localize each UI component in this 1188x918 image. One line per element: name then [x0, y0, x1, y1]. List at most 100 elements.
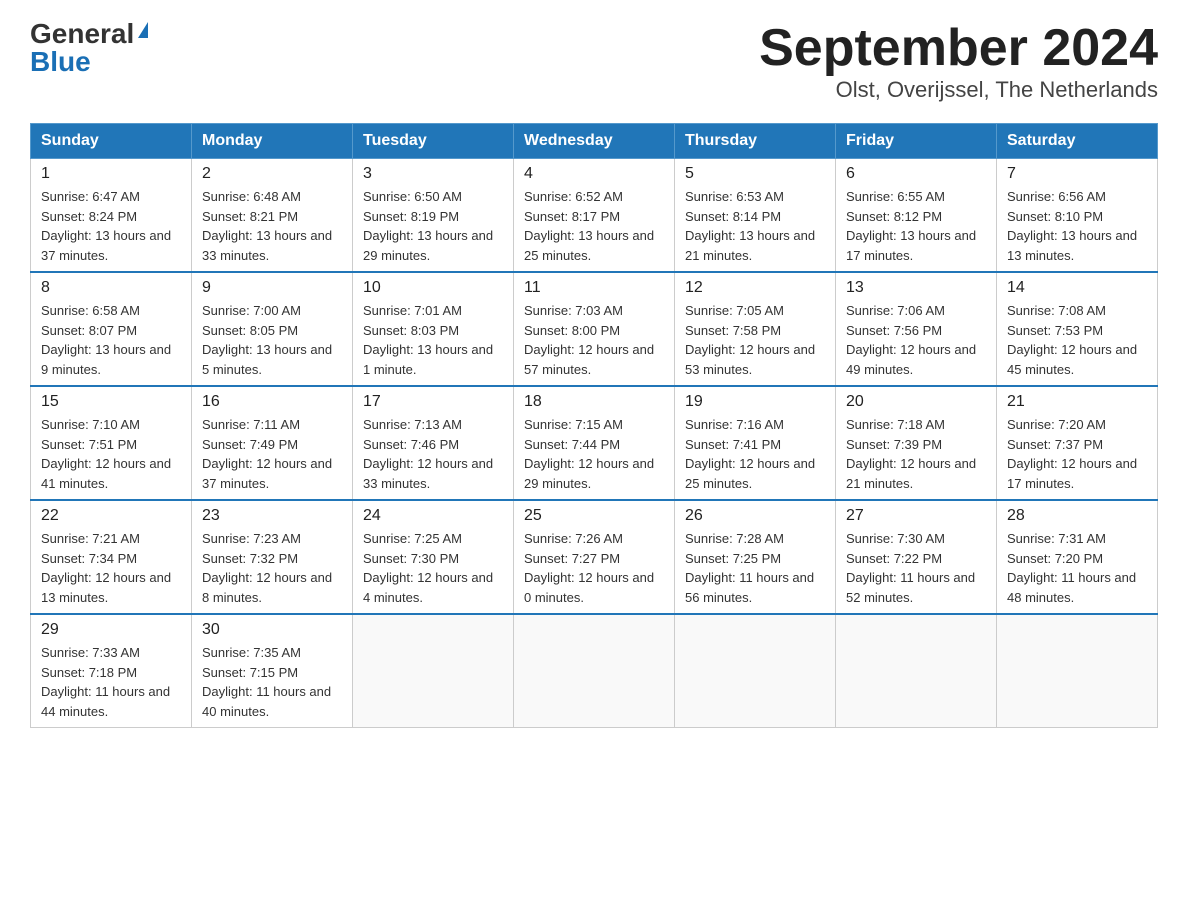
table-row: 18 Sunrise: 7:15 AMSunset: 7:44 PMDayligh… [514, 386, 675, 500]
day-info: Sunrise: 7:16 AMSunset: 7:41 PMDaylight:… [685, 415, 825, 493]
day-info: Sunrise: 6:53 AMSunset: 8:14 PMDaylight:… [685, 187, 825, 265]
table-row: 21Sunrise: 7:20 AMSunset: 7:37 PMDayligh… [997, 386, 1158, 500]
header-wednesday: Wednesday [514, 124, 675, 159]
logo-blue-text: Blue [30, 48, 91, 76]
table-row: 14 Sunrise: 7:08 AMSunset: 7:53 PMDayligh… [997, 272, 1158, 386]
day-info: Sunrise: 7:10 AMSunset: 7:51 PMDaylight:… [41, 415, 181, 493]
day-number: 11 [524, 279, 664, 297]
day-number: 30 [202, 621, 342, 639]
table-row: 3Sunrise: 6:50 AMSunset: 8:19 PMDaylight… [353, 159, 514, 273]
table-row [353, 614, 514, 728]
day-number: 22 [41, 507, 181, 525]
day-number: 7 [1007, 165, 1147, 183]
calendar-table: Sunday Monday Tuesday Wednesday Thursday… [30, 123, 1158, 728]
day-info: Sunrise: 6:56 AMSunset: 8:10 PMDaylight:… [1007, 187, 1147, 265]
day-number: 10 [363, 279, 503, 297]
day-info: Sunrise: 7:18 AMSunset: 7:39 PMDaylight:… [846, 415, 986, 493]
table-row [675, 614, 836, 728]
day-info: Sunrise: 7:13 AMSunset: 7:46 PMDaylight:… [363, 415, 503, 493]
logo-triangle-icon [138, 22, 148, 38]
day-info: Sunrise: 7:05 AMSunset: 7:58 PMDaylight:… [685, 301, 825, 379]
table-row [514, 614, 675, 728]
day-number: 14 [1007, 279, 1147, 297]
header-monday: Monday [192, 124, 353, 159]
calendar-row: 15 Sunrise: 7:10 AMSunset: 7:51 PMDayligh… [31, 386, 1158, 500]
day-number: 26 [685, 507, 825, 525]
day-info: Sunrise: 7:23 AMSunset: 7:32 PMDaylight:… [202, 529, 342, 607]
day-info: Sunrise: 6:55 AMSunset: 8:12 PMDaylight:… [846, 187, 986, 265]
day-info: Sunrise: 6:48 AMSunset: 8:21 PMDaylight:… [202, 187, 342, 265]
table-row: 23 Sunrise: 7:23 AMSunset: 7:32 PMDayligh… [192, 500, 353, 614]
table-row: 25 Sunrise: 7:26 AMSunset: 7:27 PMDayligh… [514, 500, 675, 614]
day-number: 16 [202, 393, 342, 411]
day-number: 8 [41, 279, 181, 297]
table-row: 1 Sunrise: 6:47 AMSunset: 8:24 PMDaylight… [31, 159, 192, 273]
calendar-header-row: Sunday Monday Tuesday Wednesday Thursday… [31, 124, 1158, 159]
table-row [997, 614, 1158, 728]
header-tuesday: Tuesday [353, 124, 514, 159]
day-number: 15 [41, 393, 181, 411]
day-info: Sunrise: 7:00 AMSunset: 8:05 PMDaylight:… [202, 301, 342, 379]
day-number: 3 [363, 165, 503, 183]
table-row: 15 Sunrise: 7:10 AMSunset: 7:51 PMDayligh… [31, 386, 192, 500]
table-row: 24 Sunrise: 7:25 AMSunset: 7:30 PMDayligh… [353, 500, 514, 614]
day-info: Sunrise: 7:30 AMSunset: 7:22 PMDaylight:… [846, 529, 986, 607]
day-info: Sunrise: 7:25 AMSunset: 7:30 PMDaylight:… [363, 529, 503, 607]
header: General Blue September 2024 Olst, Overij… [30, 20, 1158, 103]
table-row [836, 614, 997, 728]
day-number: 21 [1007, 393, 1147, 411]
day-number: 28 [1007, 507, 1147, 525]
logo: General Blue [30, 20, 148, 76]
day-number: 25 [524, 507, 664, 525]
header-sunday: Sunday [31, 124, 192, 159]
day-number: 5 [685, 165, 825, 183]
day-info: Sunrise: 7:26 AMSunset: 7:27 PMDaylight:… [524, 529, 664, 607]
header-friday: Friday [836, 124, 997, 159]
day-number: 24 [363, 507, 503, 525]
table-row: 5 Sunrise: 6:53 AMSunset: 8:14 PMDaylight… [675, 159, 836, 273]
table-row: 29 Sunrise: 7:33 AMSunset: 7:18 PMDayligh… [31, 614, 192, 728]
day-info: Sunrise: 6:47 AMSunset: 8:24 PMDaylight:… [41, 187, 181, 265]
calendar-row: 1 Sunrise: 6:47 AMSunset: 8:24 PMDaylight… [31, 159, 1158, 273]
page-subtitle: Olst, Overijssel, The Netherlands [759, 77, 1158, 103]
table-row: 17 Sunrise: 7:13 AMSunset: 7:46 PMDayligh… [353, 386, 514, 500]
header-saturday: Saturday [997, 124, 1158, 159]
table-row: 28Sunrise: 7:31 AMSunset: 7:20 PMDayligh… [997, 500, 1158, 614]
day-info: Sunrise: 7:15 AMSunset: 7:44 PMDaylight:… [524, 415, 664, 493]
logo-general-text: General [30, 20, 134, 48]
day-info: Sunrise: 7:08 AMSunset: 7:53 PMDaylight:… [1007, 301, 1147, 379]
day-info: Sunrise: 7:35 AMSunset: 7:15 PMDaylight:… [202, 643, 342, 721]
day-info: Sunrise: 6:52 AMSunset: 8:17 PMDaylight:… [524, 187, 664, 265]
day-number: 29 [41, 621, 181, 639]
table-row: 7 Sunrise: 6:56 AMSunset: 8:10 PMDaylight… [997, 159, 1158, 273]
day-number: 23 [202, 507, 342, 525]
day-number: 1 [41, 165, 181, 183]
day-number: 4 [524, 165, 664, 183]
day-info: Sunrise: 6:58 AMSunset: 8:07 PMDaylight:… [41, 301, 181, 379]
table-row: 8 Sunrise: 6:58 AMSunset: 8:07 PMDaylight… [31, 272, 192, 386]
day-number: 18 [524, 393, 664, 411]
header-thursday: Thursday [675, 124, 836, 159]
table-row: 9 Sunrise: 7:00 AMSunset: 8:05 PMDaylight… [192, 272, 353, 386]
day-info: Sunrise: 7:11 AMSunset: 7:49 PMDaylight:… [202, 415, 342, 493]
table-row: 6 Sunrise: 6:55 AMSunset: 8:12 PMDaylight… [836, 159, 997, 273]
page-title: September 2024 [759, 20, 1158, 77]
day-number: 9 [202, 279, 342, 297]
day-info: Sunrise: 7:28 AMSunset: 7:25 PMDaylight:… [685, 529, 825, 607]
table-row: 11Sunrise: 7:03 AMSunset: 8:00 PMDayligh… [514, 272, 675, 386]
day-info: Sunrise: 7:33 AMSunset: 7:18 PMDaylight:… [41, 643, 181, 721]
day-number: 19 [685, 393, 825, 411]
table-row: 20Sunrise: 7:18 AMSunset: 7:39 PMDayligh… [836, 386, 997, 500]
table-row: 27 Sunrise: 7:30 AMSunset: 7:22 PMDayligh… [836, 500, 997, 614]
table-row: 10 Sunrise: 7:01 AMSunset: 8:03 PMDayligh… [353, 272, 514, 386]
table-row: 26 Sunrise: 7:28 AMSunset: 7:25 PMDayligh… [675, 500, 836, 614]
table-row: 30 Sunrise: 7:35 AMSunset: 7:15 PMDayligh… [192, 614, 353, 728]
day-number: 6 [846, 165, 986, 183]
day-number: 27 [846, 507, 986, 525]
table-row: 22Sunrise: 7:21 AMSunset: 7:34 PMDayligh… [31, 500, 192, 614]
table-row: 4 Sunrise: 6:52 AMSunset: 8:17 PMDaylight… [514, 159, 675, 273]
day-info: Sunrise: 7:01 AMSunset: 8:03 PMDaylight:… [363, 301, 503, 379]
calendar-row: 8 Sunrise: 6:58 AMSunset: 8:07 PMDaylight… [31, 272, 1158, 386]
day-number: 17 [363, 393, 503, 411]
table-row: 2Sunrise: 6:48 AMSunset: 8:21 PMDaylight… [192, 159, 353, 273]
